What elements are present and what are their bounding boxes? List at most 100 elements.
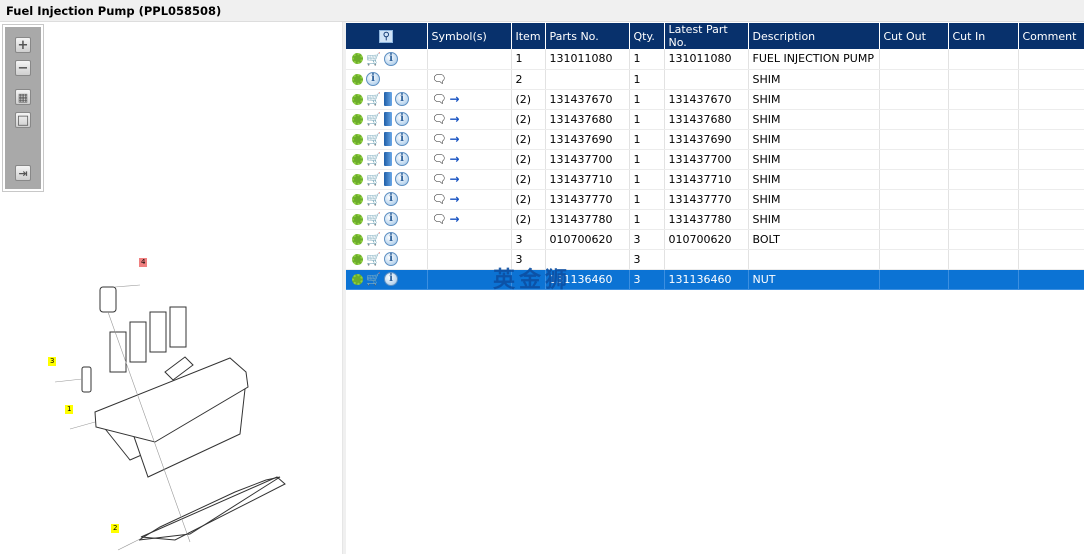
cell-cut-out	[879, 169, 949, 190]
info-icon[interactable]: i	[395, 132, 409, 146]
row-actions: 🛒 i	[346, 129, 428, 150]
actual-size-button[interactable]: □	[15, 112, 31, 128]
gear-icon[interactable]	[352, 53, 363, 65]
replacement-icon[interactable]: →	[450, 173, 466, 185]
note-icon[interactable]: 🗨	[432, 92, 447, 106]
table-row[interactable]: i 🗨 2 1 SHIM	[346, 69, 1084, 90]
book-icon[interactable]	[384, 112, 392, 126]
cart-icon[interactable]: 🛒	[366, 233, 381, 245]
info-icon[interactable]: i	[395, 152, 409, 166]
gear-icon[interactable]	[352, 113, 363, 125]
info-icon[interactable]: i	[366, 72, 380, 86]
column-header-cut-out[interactable]: Cut Out	[879, 23, 949, 49]
gear-icon[interactable]	[352, 253, 363, 265]
book-icon[interactable]	[384, 132, 392, 146]
row-actions: i	[346, 69, 428, 90]
cart-icon[interactable]: 🛒	[366, 53, 381, 65]
diagram-panel[interactable]: + − ▦ □ ⇥ 4 3 1 2	[0, 22, 343, 554]
table-row[interactable]: 🛒 i 🗨 → (2) 131437780 1 131437780 SHIM	[346, 209, 1084, 230]
table-row[interactable]: 🛒 i 🗨 → (2) 131437700 1 131437700 SHIM	[346, 149, 1084, 170]
callout-1[interactable]: 1	[65, 405, 74, 414]
symbols-cell	[427, 229, 512, 250]
replacement-icon[interactable]: →	[450, 193, 466, 205]
cell-part	[545, 69, 630, 90]
replacement-icon[interactable]: →	[450, 93, 466, 105]
cell-comment	[1018, 109, 1084, 130]
table-row[interactable]: 🛒 i 131136460 3 131136460 NUT	[346, 269, 1084, 290]
cart-icon[interactable]: 🛒	[366, 113, 381, 125]
row-actions: 🛒 i	[346, 109, 428, 130]
column-header-cut-in[interactable]: Cut In	[948, 23, 1019, 49]
info-icon[interactable]: i	[384, 192, 398, 206]
column-header-qty[interactable]: Qty.	[629, 23, 665, 49]
cell-item: (2)	[511, 129, 546, 150]
info-icon[interactable]: i	[395, 92, 409, 106]
gear-icon[interactable]	[352, 213, 363, 225]
table-row[interactable]: 🛒 i 3 010700620 3 010700620 BOLT	[346, 229, 1084, 250]
callout-4[interactable]: 4	[139, 258, 148, 267]
cart-icon[interactable]: 🛒	[366, 253, 381, 265]
column-header-comment[interactable]: Comment	[1018, 23, 1084, 49]
note-icon[interactable]: 🗨	[432, 192, 447, 206]
note-icon[interactable]: 🗨	[432, 112, 447, 126]
gear-icon[interactable]	[352, 133, 363, 145]
book-icon[interactable]	[384, 92, 392, 106]
info-icon[interactable]: i	[395, 112, 409, 126]
table-row[interactable]: 🛒 i 🗨 → (2) 131437770 1 131437770 SHIM	[346, 189, 1084, 210]
table-row[interactable]: 🛒 i 🗨 → (2) 131437680 1 131437680 SHIM	[346, 109, 1084, 130]
info-icon[interactable]: i	[384, 272, 398, 286]
gear-icon[interactable]	[352, 153, 363, 165]
gear-icon[interactable]	[352, 173, 363, 185]
viewer-toolbar: + − ▦ □ ⇥	[2, 24, 44, 192]
info-icon[interactable]: i	[384, 212, 398, 226]
zoom-out-button[interactable]: −	[15, 60, 31, 76]
note-icon[interactable]: 🗨	[432, 152, 447, 166]
cart-icon[interactable]: 🛒	[366, 273, 381, 285]
gear-icon[interactable]	[352, 193, 363, 205]
cart-icon[interactable]: 🛒	[366, 173, 381, 185]
replacement-icon[interactable]: →	[450, 113, 466, 125]
note-icon[interactable]: 🗨	[432, 172, 447, 186]
column-header-search-column[interactable]: ⚲	[346, 23, 428, 49]
table-row[interactable]: 🛒 i 1 131011080 1 131011080 FUEL INJECTION PUM…	[346, 49, 1084, 70]
note-icon[interactable]: 🗨	[432, 212, 447, 226]
table-row[interactable]: 🛒 i 🗨 → (2) 131437710 1 131437710 SHIM	[346, 169, 1084, 190]
replacement-icon[interactable]: →	[450, 153, 466, 165]
table-row[interactable]: 🛒 i 🗨 → (2) 131437670 1 131437670 SHIM	[346, 89, 1084, 110]
column-header-description[interactable]: Description	[748, 23, 880, 49]
table-row[interactable]: 🛒 i 🗨 → (2) 131437690 1 131437690 SHIM	[346, 129, 1084, 150]
toggle-panel-button[interactable]: ⇥	[15, 165, 31, 181]
symbols-cell: 🗨 →	[427, 89, 512, 110]
note-icon[interactable]: 🗨	[432, 132, 447, 146]
replacement-icon[interactable]: →	[450, 213, 466, 225]
fit-to-window-button[interactable]: ▦	[15, 89, 31, 105]
cart-icon[interactable]: 🛒	[366, 153, 381, 165]
callout-3[interactable]: 3	[48, 357, 57, 366]
cart-icon[interactable]: 🛒	[366, 93, 381, 105]
info-icon[interactable]: i	[384, 252, 398, 266]
cart-icon[interactable]: 🛒	[366, 213, 381, 225]
column-header-parts-no[interactable]: Parts No.	[545, 23, 630, 49]
gear-icon[interactable]	[352, 233, 363, 245]
gear-icon[interactable]	[352, 73, 363, 85]
gear-icon[interactable]	[352, 93, 363, 105]
zoom-in-button[interactable]: +	[15, 37, 31, 53]
gear-icon[interactable]	[352, 273, 363, 285]
row-actions: 🛒 i	[346, 209, 428, 230]
note-icon[interactable]: 🗨	[432, 72, 447, 86]
cart-icon[interactable]: 🛒	[366, 193, 381, 205]
replacement-icon[interactable]: →	[450, 133, 466, 145]
info-icon[interactable]: i	[384, 51, 398, 66]
cell-cut-out	[879, 249, 949, 270]
info-icon[interactable]: i	[395, 172, 409, 186]
table-row[interactable]: 🛒 i 3 3	[346, 249, 1084, 270]
callout-2[interactable]: 2	[111, 524, 120, 533]
cart-icon[interactable]: 🛒	[366, 133, 381, 145]
info-icon[interactable]: i	[384, 232, 398, 246]
book-icon[interactable]	[384, 152, 392, 166]
column-header-latest-part-no[interactable]: Latest Part No.	[664, 23, 749, 49]
book-icon[interactable]	[384, 172, 392, 186]
column-header-symbols[interactable]: Symbol(s)	[427, 23, 512, 49]
search-icon[interactable]: ⚲	[379, 30, 394, 43]
column-header-item[interactable]: Item	[511, 23, 546, 49]
